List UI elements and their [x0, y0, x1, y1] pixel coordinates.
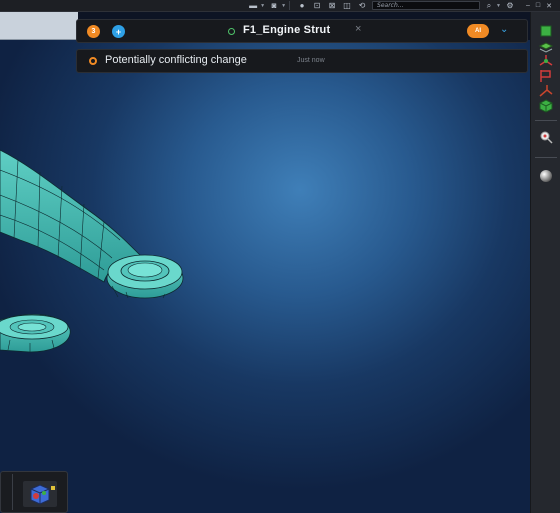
divider: [535, 157, 557, 158]
view-box-icon[interactable]: ⊠: [326, 1, 338, 11]
member-count-badge[interactable]: 3: [87, 25, 100, 38]
light-icon[interactable]: ●: [296, 1, 308, 11]
axis-transform-icon[interactable]: [537, 84, 555, 98]
view-fit-icon[interactable]: ⊡: [311, 1, 323, 11]
3d-viewport[interactable]: [0, 40, 530, 513]
view-section-icon[interactable]: ◫: [341, 1, 353, 11]
user-avatar[interactable]: AI: [467, 24, 489, 38]
magnifier-icon[interactable]: [537, 130, 555, 144]
top-toolbar: ▬ ▼ ◙ ▼ ● ⊡ ⊠ ◫ ⟲ Search... ⌕ ▼ ⚙ – □ ✕: [0, 0, 560, 12]
camera-icon[interactable]: ◙: [268, 1, 280, 11]
flag-red-icon[interactable]: [537, 69, 555, 83]
warning-dot-icon: [89, 57, 97, 65]
notification-time: Just now: [297, 57, 325, 64]
add-member-button[interactable]: +: [112, 25, 125, 38]
divider: [535, 120, 557, 121]
chevron-down-icon[interactable]: ⌄: [500, 24, 508, 35]
view-cube-icon[interactable]: [23, 481, 57, 507]
view-transform-icon[interactable]: ⟲: [356, 1, 368, 11]
minimize-icon[interactable]: –: [526, 2, 530, 10]
settings-icon[interactable]: ⚙: [504, 1, 516, 11]
chevron-down-icon[interactable]: ▼: [496, 3, 501, 9]
search-input[interactable]: Search...: [372, 1, 481, 10]
notification-message: Potentially conflicting change: [105, 54, 247, 66]
window-controls: – □ ✕: [526, 2, 552, 10]
engine-strut-model[interactable]: [0, 40, 530, 513]
divider: [289, 1, 291, 10]
close-icon[interactable]: ×: [355, 23, 361, 35]
status-dot-icon: [228, 28, 235, 35]
restore-icon[interactable]: □: [536, 2, 540, 10]
right-toolbar: [530, 12, 560, 513]
divider: [12, 474, 13, 510]
axis-red-icon[interactable]: [537, 54, 555, 68]
material-sphere-icon[interactable]: [537, 169, 555, 183]
green-cube-top-icon[interactable]: [537, 24, 555, 38]
ribbon-strip: [0, 12, 78, 40]
chevron-down-icon[interactable]: ▼: [281, 3, 286, 9]
close-icon[interactable]: ✕: [546, 2, 552, 10]
green-cube-icon[interactable]: [537, 99, 555, 113]
search-icon[interactable]: ⌕: [483, 1, 495, 11]
chevron-down-icon[interactable]: ▼: [260, 3, 265, 9]
display-mode-icon[interactable]: ▬: [247, 1, 259, 11]
layers-icon[interactable]: [537, 39, 555, 53]
document-title: F1_Engine Strut: [243, 24, 331, 36]
